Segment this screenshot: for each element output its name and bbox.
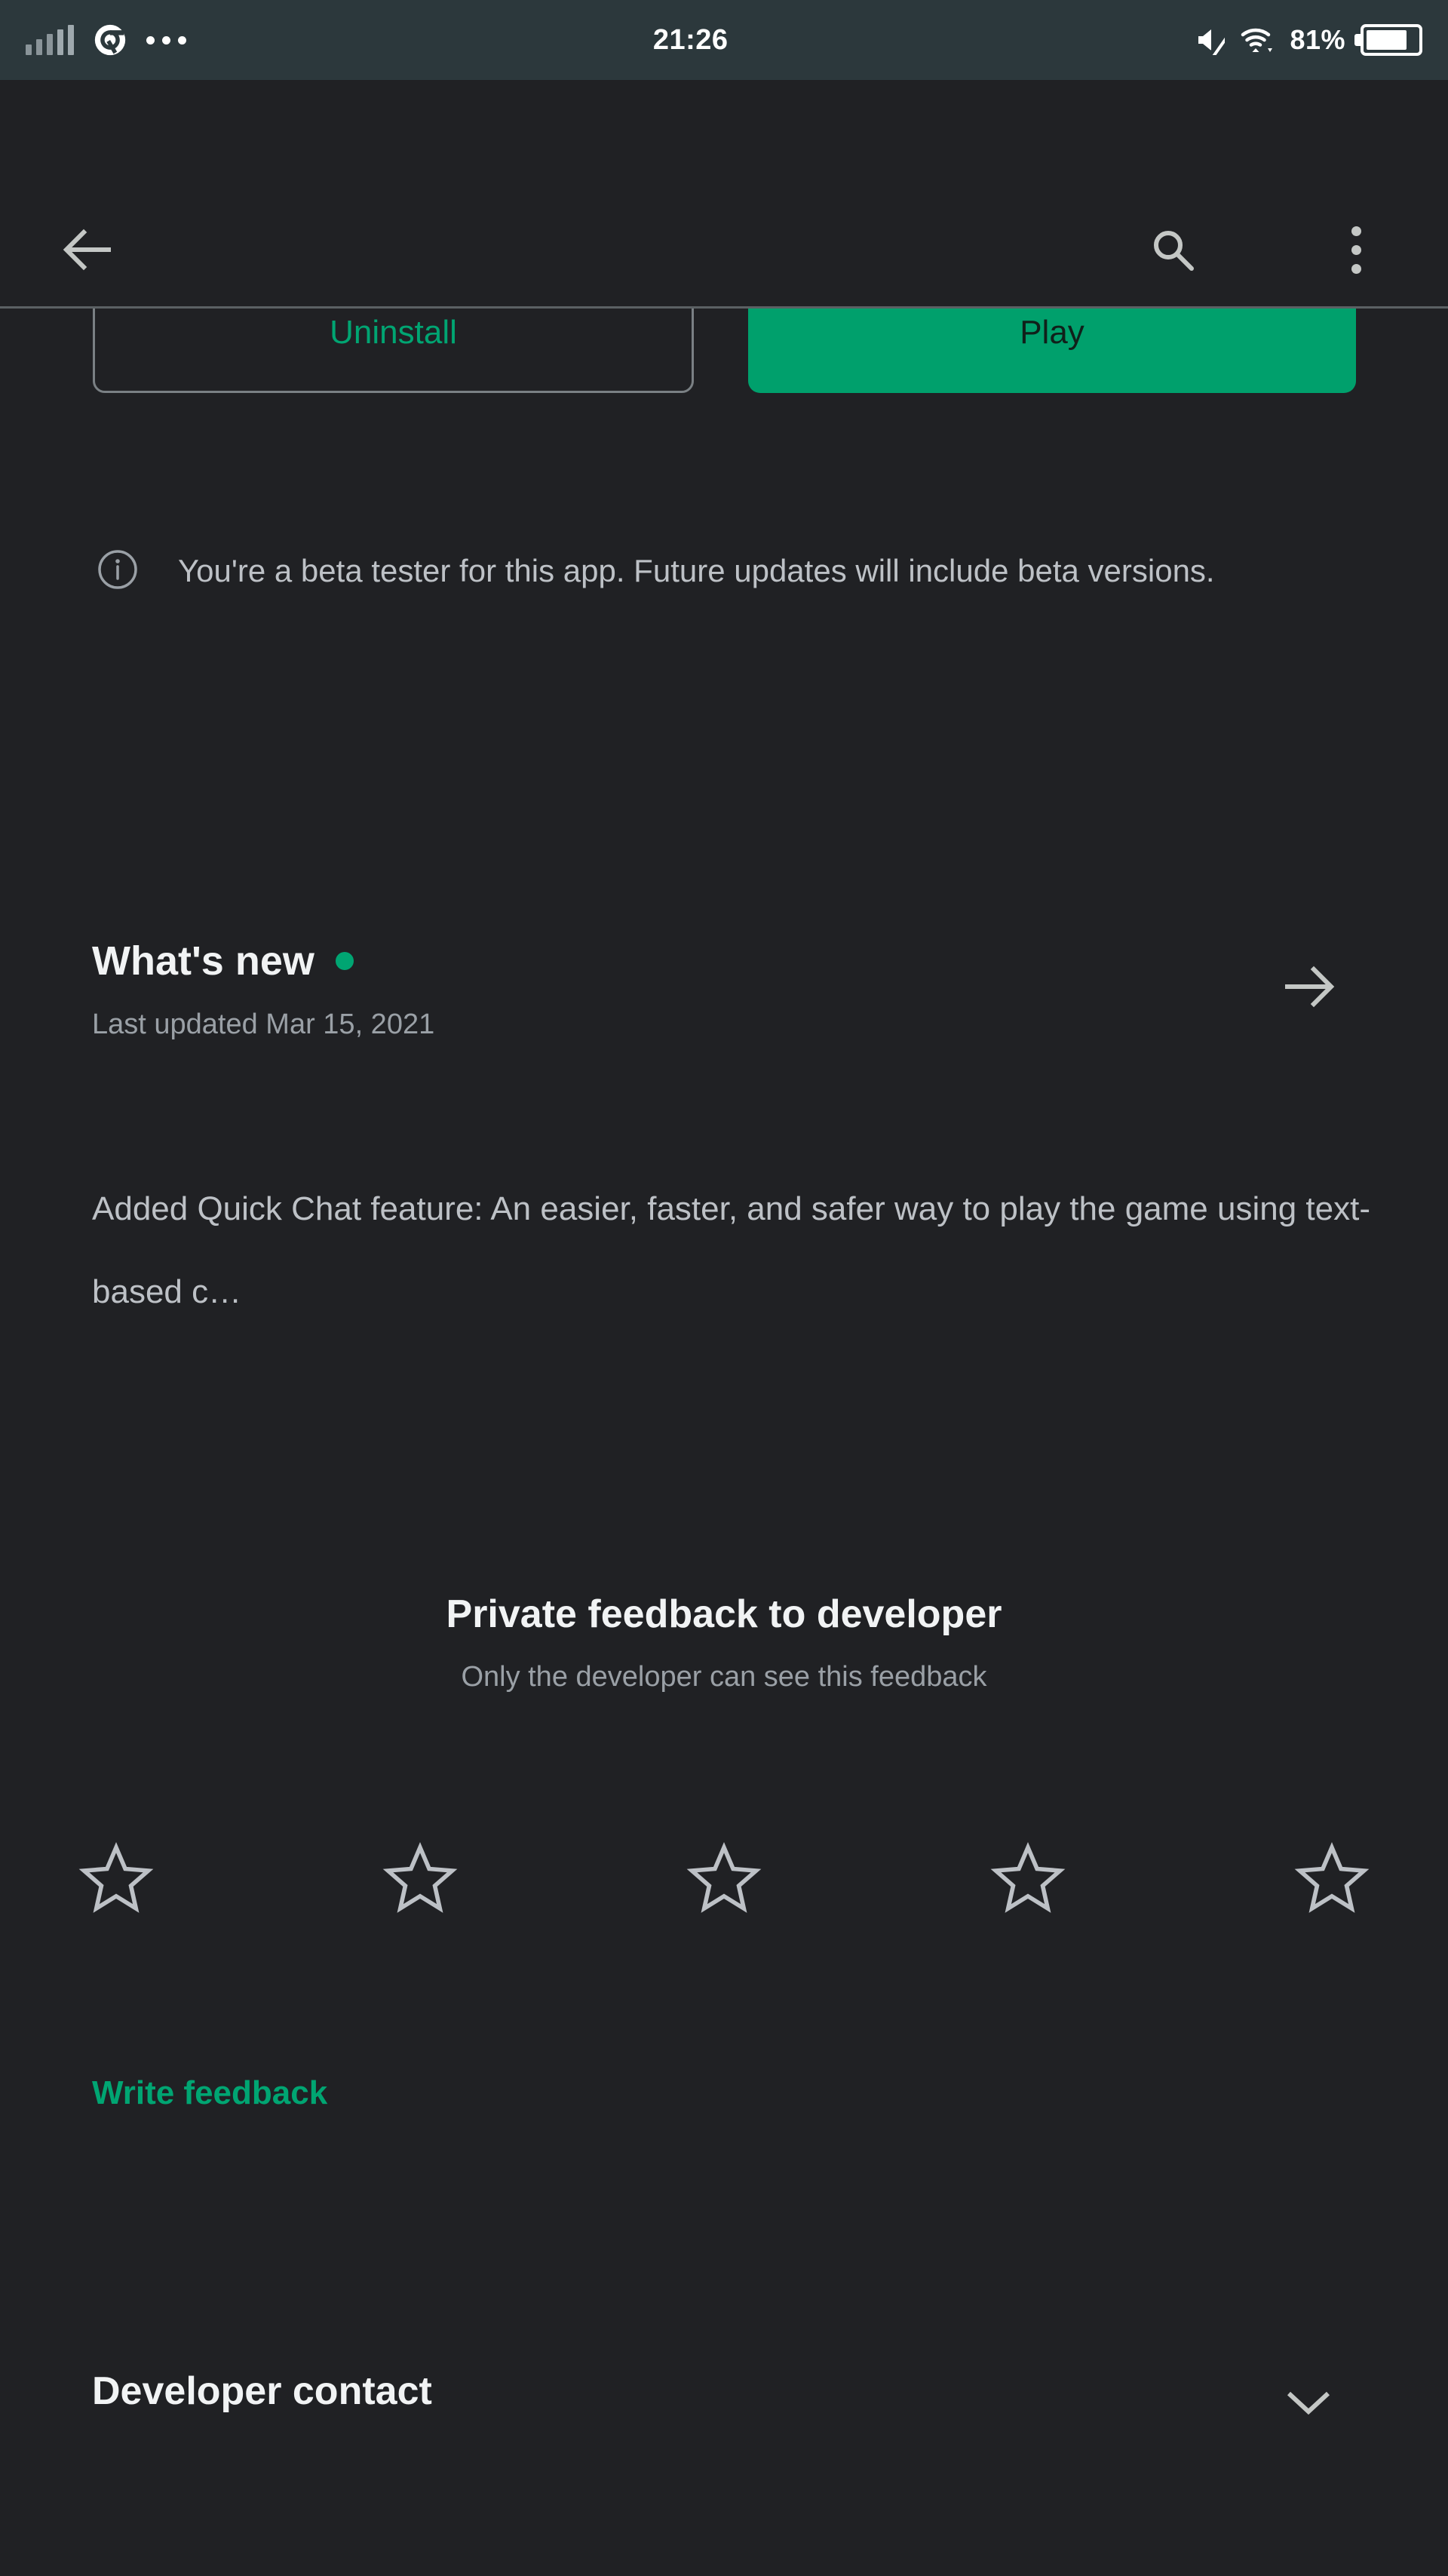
rating-star-1-icon[interactable] <box>78 1841 154 1916</box>
search-button[interactable] <box>1143 220 1203 280</box>
private-feedback-title: Private feedback to developer <box>446 1592 1002 1636</box>
developer-contact-section[interactable]: Developer contact <box>0 2369 1448 2474</box>
cta-button-row: Uninstall Play <box>0 309 1448 429</box>
app-toolbar <box>0 80 1448 306</box>
whats-new-section[interactable]: What's new Last updated Mar 15, 2021 <box>0 938 1448 1088</box>
developer-contact-title: Developer contact <box>92 2369 432 2413</box>
status-bar-clock: 21:26 <box>652 23 729 56</box>
rating-star-2-icon[interactable] <box>382 1841 458 1916</box>
rating-star-5-icon[interactable] <box>1294 1841 1370 1916</box>
more-vertical-icon-dot <box>1351 244 1361 255</box>
overflow-menu-button[interactable] <box>1333 216 1379 284</box>
chrome-icon <box>94 24 126 56</box>
status-bar-center: 21:26 <box>186 24 1195 57</box>
private-feedback-subtitle: Only the developer can see this feedback <box>461 1661 987 1693</box>
beta-tester-text: You're a beta tester for this app. Futur… <box>178 553 1215 588</box>
write-feedback-link[interactable]: Write feedback <box>92 2074 327 2112</box>
volume-muted-icon <box>1198 29 1226 55</box>
developer-contact-expand-button[interactable] <box>1282 2376 1335 2429</box>
chevron-down-icon <box>1287 2391 1330 2415</box>
uninstall-button[interactable]: Uninstall <box>93 309 694 393</box>
play-store-app-detail-screen: 21:26 81% Uninstall Play You're a beta t… <box>0 0 1448 2576</box>
back-button[interactable] <box>59 220 119 280</box>
whats-new-title-row: What's new <box>92 938 354 984</box>
status-bar: 21:26 81% <box>0 0 1448 80</box>
signal-bars-icon <box>26 25 74 55</box>
rating-star-3-icon[interactable] <box>686 1841 762 1916</box>
new-badge-dot-icon <box>335 952 354 970</box>
play-button[interactable]: Play <box>748 309 1356 393</box>
rating-star-4-icon[interactable] <box>990 1841 1066 1916</box>
whats-new-arrow-button[interactable] <box>1275 953 1342 1021</box>
three-dots-horizontal-icon <box>146 35 186 45</box>
arrow-right-icon <box>1285 966 1335 1008</box>
info-circle-icon <box>97 548 139 597</box>
status-bar-left <box>26 23 186 57</box>
arrow-left-icon <box>63 229 111 271</box>
search-icon <box>1154 231 1194 271</box>
battery-icon <box>1361 24 1422 56</box>
wifi-icon <box>1241 28 1273 52</box>
whats-new-body-text: Added Quick Chat feature: An easier, fas… <box>92 1190 1370 1310</box>
more-vertical-icon-dot <box>1351 226 1361 236</box>
whats-new-title: What's new <box>92 938 314 984</box>
battery-percentage: 81% <box>1290 24 1345 55</box>
beta-tester-notice: You're a beta tester for this app. Futur… <box>97 545 1303 597</box>
whats-new-last-updated: Last updated Mar 15, 2021 <box>92 1009 435 1040</box>
rating-stars[interactable] <box>78 1841 1370 1916</box>
status-bar-right: 81% <box>1195 24 1422 56</box>
more-vertical-icon-dot <box>1351 263 1361 274</box>
